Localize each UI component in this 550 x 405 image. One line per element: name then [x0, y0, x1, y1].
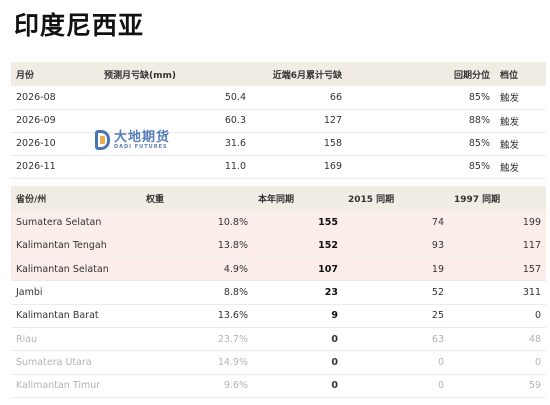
weight-cell: 13.6% — [141, 304, 253, 328]
percentile-cell: 85% — [347, 132, 495, 156]
header-1997: 1997 同期 — [449, 186, 546, 211]
header-level: 档位 — [495, 62, 546, 86]
header-weight: 权重 — [141, 186, 253, 211]
cumulative-cell: 127 — [251, 109, 347, 133]
y2015-cell: 0 — [343, 350, 449, 375]
y1997-cell: 199 — [449, 211, 546, 235]
weight-cell: 10.8% — [141, 211, 253, 235]
deficit-cell: 11.0 — [99, 155, 251, 179]
weight-cell: 4.9% — [141, 257, 253, 282]
y2015-cell: 0 — [343, 374, 449, 398]
province-name-cell: Jambi — [11, 280, 141, 305]
header-cumulative: 近端6月累计亏缺 — [251, 62, 347, 86]
current-cell: 0 — [253, 350, 343, 375]
y1997-cell: 311 — [449, 280, 546, 305]
month-cell: 2026-10 — [11, 132, 99, 156]
header-deficit: 预测月亏缺(mm) — [99, 62, 251, 86]
current-cell: 9 — [253, 304, 343, 328]
province-name-cell: Kalimantan Tengah — [11, 234, 141, 259]
weight-cell: 14.9% — [141, 350, 253, 375]
dadi-logo-icon — [95, 130, 110, 150]
y1997-cell: 0 — [449, 350, 546, 375]
province-name-cell: Kalimantan Selatan — [11, 257, 141, 282]
y2015-cell: 52 — [343, 280, 449, 305]
y2015-cell: 93 — [343, 234, 449, 259]
province-row: Jambi 8.8% 23 52 311 — [11, 280, 546, 305]
percentile-cell: 88% — [347, 109, 495, 133]
weight-cell: 9.6% — [141, 374, 253, 398]
percentile-cell: 85% — [347, 155, 495, 179]
current-cell: 23 — [253, 280, 343, 305]
header-2015: 2015 同期 — [343, 186, 449, 211]
province-row: Riau 23.7% 0 63 48 — [11, 327, 546, 352]
province-name-cell: Sumatera Selatan — [11, 211, 141, 235]
province-row: Sumatera Utara 14.9% 0 0 0 — [11, 350, 546, 375]
level-cell: 触发 — [495, 132, 546, 156]
province-name-cell: Sumatera Utara — [11, 350, 141, 375]
province-name-cell: Kalimantan Timur — [11, 374, 141, 398]
y1997-cell: 0 — [449, 304, 546, 328]
y2015-cell: 63 — [343, 327, 449, 352]
month-cell: 2026-08 — [11, 86, 99, 110]
percentile-cell: 85% — [347, 86, 495, 110]
y2015-cell: 19 — [343, 257, 449, 282]
province-table: 省份/州 权重 本年同期 2015 同期 1997 同期 Sumatera Se… — [11, 186, 546, 398]
province-row: Kalimantan Tengah 13.8% 152 93 117 — [11, 234, 546, 259]
forecast-row: 2026-09 60.3 127 88% 触发 — [11, 109, 546, 133]
month-cell: 2026-09 — [11, 109, 99, 133]
current-cell: 152 — [253, 234, 343, 259]
province-row: Kalimantan Selatan 4.9% 107 19 157 — [11, 257, 546, 282]
province-row: Sumatera Selatan 10.8% 155 74 199 — [11, 211, 546, 235]
forecast-row: 2026-08 50.4 66 85% 触发 — [11, 86, 546, 110]
level-cell: 触发 — [495, 109, 546, 133]
level-cell: 触发 — [495, 155, 546, 179]
current-cell: 0 — [253, 374, 343, 398]
weight-cell: 13.8% — [141, 234, 253, 259]
weight-cell: 8.8% — [141, 280, 253, 305]
cumulative-cell: 66 — [251, 86, 347, 110]
cumulative-cell: 169 — [251, 155, 347, 179]
dadi-futures-logo: 大地期货 DADI FUTURES — [95, 128, 195, 152]
current-cell: 107 — [253, 257, 343, 282]
level-cell: 触发 — [495, 86, 546, 110]
header-current: 本年同期 — [253, 186, 343, 211]
y1997-cell: 117 — [449, 234, 546, 259]
logo-text-en: DADI FUTURES — [114, 143, 168, 150]
forecast-table: 月份 预测月亏缺(mm) 近端6月累计亏缺 回期分位 档位 2026-08 50.… — [11, 62, 546, 179]
weight-cell: 23.7% — [141, 327, 253, 352]
current-cell: 155 — [253, 211, 343, 235]
y1997-cell: 48 — [449, 327, 546, 352]
current-cell: 0 — [253, 327, 343, 352]
logo-text-cn: 大地期货 — [114, 129, 171, 145]
header-month: 月份 — [11, 62, 99, 86]
deficit-cell: 50.4 — [99, 86, 251, 110]
y1997-cell: 157 — [449, 257, 546, 282]
cumulative-cell: 158 — [251, 132, 347, 156]
y1997-cell: 59 — [449, 374, 546, 398]
forecast-row: 2026-11 11.0 169 85% 触发 — [11, 155, 546, 179]
header-province: 省份/州 — [11, 186, 141, 211]
province-row: Kalimantan Barat 13.6% 9 25 0 — [11, 304, 546, 328]
province-header-row: 省份/州 权重 本年同期 2015 同期 1997 同期 — [11, 186, 546, 211]
header-percentile: 回期分位 — [347, 62, 495, 86]
province-name-cell: Riau — [11, 327, 141, 352]
y2015-cell: 74 — [343, 211, 449, 235]
province-row: Kalimantan Timur 9.6% 0 0 59 — [11, 374, 546, 398]
forecast-header-row: 月份 预测月亏缺(mm) 近端6月累计亏缺 回期分位 档位 — [11, 62, 546, 86]
month-cell: 2026-11 — [11, 155, 99, 179]
page-title: 印度尼西亚 — [14, 11, 145, 40]
forecast-row: 2026-10 31.6 158 85% 触发 — [11, 132, 546, 156]
province-name-cell: Kalimantan Barat — [11, 304, 141, 328]
y2015-cell: 25 — [343, 304, 449, 328]
